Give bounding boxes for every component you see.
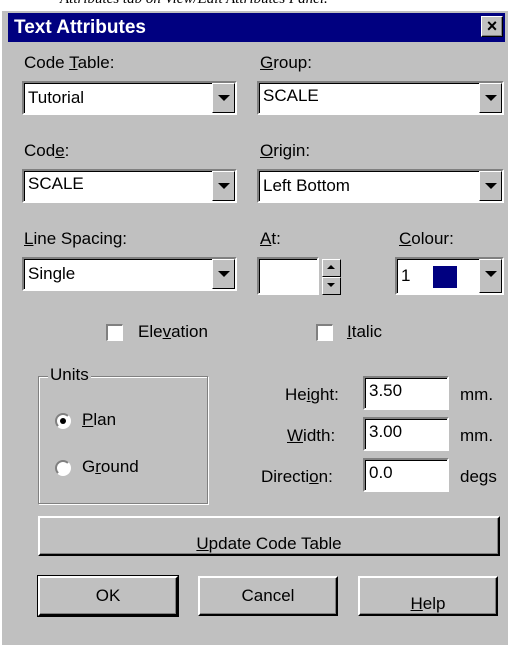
background-document-strip: Attributes tab on View/Edit Attributes P… bbox=[0, 0, 508, 10]
close-icon: × bbox=[486, 16, 498, 36]
ground-radio[interactable] bbox=[55, 460, 71, 476]
direction-value: 0.0 bbox=[369, 463, 393, 482]
code-value: SCALE bbox=[28, 174, 84, 193]
origin-label: Origin: bbox=[260, 141, 311, 160]
close-button[interactable]: × bbox=[481, 16, 503, 37]
help-button[interactable]: Help bbox=[358, 576, 498, 616]
colour-swatch bbox=[433, 266, 457, 288]
colour-dropdown-button[interactable] bbox=[479, 259, 502, 293]
elevation-label[interactable]: Elevation bbox=[138, 322, 208, 342]
at-spin-up-button[interactable] bbox=[322, 259, 341, 277]
ground-label[interactable]: Ground bbox=[82, 457, 139, 477]
line-spacing-value: Single bbox=[28, 264, 76, 283]
direction-unit: degs bbox=[460, 467, 497, 486]
title-bar[interactable]: Text Attributes × bbox=[8, 13, 505, 42]
code-table-label: Code Table: bbox=[24, 53, 115, 72]
height-value: 3.50 bbox=[369, 381, 403, 400]
italic-label[interactable]: Italic bbox=[347, 322, 382, 342]
width-label: Width: bbox=[287, 426, 336, 445]
units-groupbox bbox=[38, 376, 208, 504]
colour-value: 1 bbox=[401, 266, 411, 285]
help-label: Help bbox=[410, 594, 446, 613]
origin-value: Left Bottom bbox=[263, 176, 350, 195]
origin-dropdown-button[interactable] bbox=[479, 171, 502, 201]
ok-label: OK bbox=[95, 586, 121, 605]
code-label: Code: bbox=[24, 141, 70, 160]
dialog-title: Text Attributes bbox=[14, 17, 146, 38]
line-spacing-dropdown-button[interactable] bbox=[212, 259, 235, 289]
group-value: SCALE bbox=[263, 86, 319, 105]
colour-combo[interactable]: 1 bbox=[395, 257, 504, 295]
update-code-table-button[interactable]: Update Code Table bbox=[38, 516, 500, 556]
direction-label: Direction: bbox=[261, 467, 333, 486]
plan-radio[interactable] bbox=[55, 413, 71, 429]
update-code-table-label: Update Code Table bbox=[196, 534, 342, 553]
code-table-dropdown-button[interactable] bbox=[212, 83, 235, 113]
line-spacing-label: Line Spacing: bbox=[24, 229, 128, 248]
code-combo[interactable]: SCALE bbox=[22, 169, 237, 203]
width-unit: mm. bbox=[460, 426, 494, 445]
background-document-text: Attributes tab on View/Edit Attributes P… bbox=[60, 0, 328, 8]
code-table-combo[interactable]: Tutorial bbox=[22, 81, 237, 115]
group-combo[interactable]: SCALE bbox=[257, 81, 504, 115]
height-input[interactable]: 3.50 bbox=[363, 376, 449, 410]
at-label: At: bbox=[260, 229, 281, 248]
at-spin-down-button[interactable] bbox=[322, 277, 341, 295]
height-label: Height: bbox=[285, 385, 339, 404]
at-input[interactable] bbox=[257, 257, 319, 295]
direction-input[interactable]: 0.0 bbox=[363, 458, 449, 492]
height-unit: mm. bbox=[460, 385, 494, 404]
plan-label[interactable]: Plan bbox=[82, 410, 116, 430]
origin-combo[interactable]: Left Bottom bbox=[257, 169, 504, 203]
line-spacing-combo[interactable]: Single bbox=[22, 257, 237, 291]
code-dropdown-button[interactable] bbox=[212, 171, 235, 201]
cancel-label: Cancel bbox=[241, 586, 295, 605]
ok-button[interactable]: OK bbox=[37, 575, 179, 617]
elevation-checkbox[interactable] bbox=[106, 324, 123, 341]
group-dropdown-button[interactable] bbox=[479, 83, 502, 113]
cancel-button[interactable]: Cancel bbox=[198, 576, 338, 616]
group-label: Group: bbox=[260, 53, 312, 72]
text-attributes-dialog: Text Attributes × Code Table: Tutorial G… bbox=[0, 10, 508, 645]
width-value: 3.00 bbox=[369, 422, 403, 441]
width-input[interactable]: 3.00 bbox=[363, 417, 449, 451]
units-legend: Units bbox=[48, 365, 91, 385]
code-table-value: Tutorial bbox=[28, 88, 85, 107]
italic-checkbox[interactable] bbox=[316, 324, 333, 341]
colour-label: Colour: bbox=[399, 229, 454, 248]
